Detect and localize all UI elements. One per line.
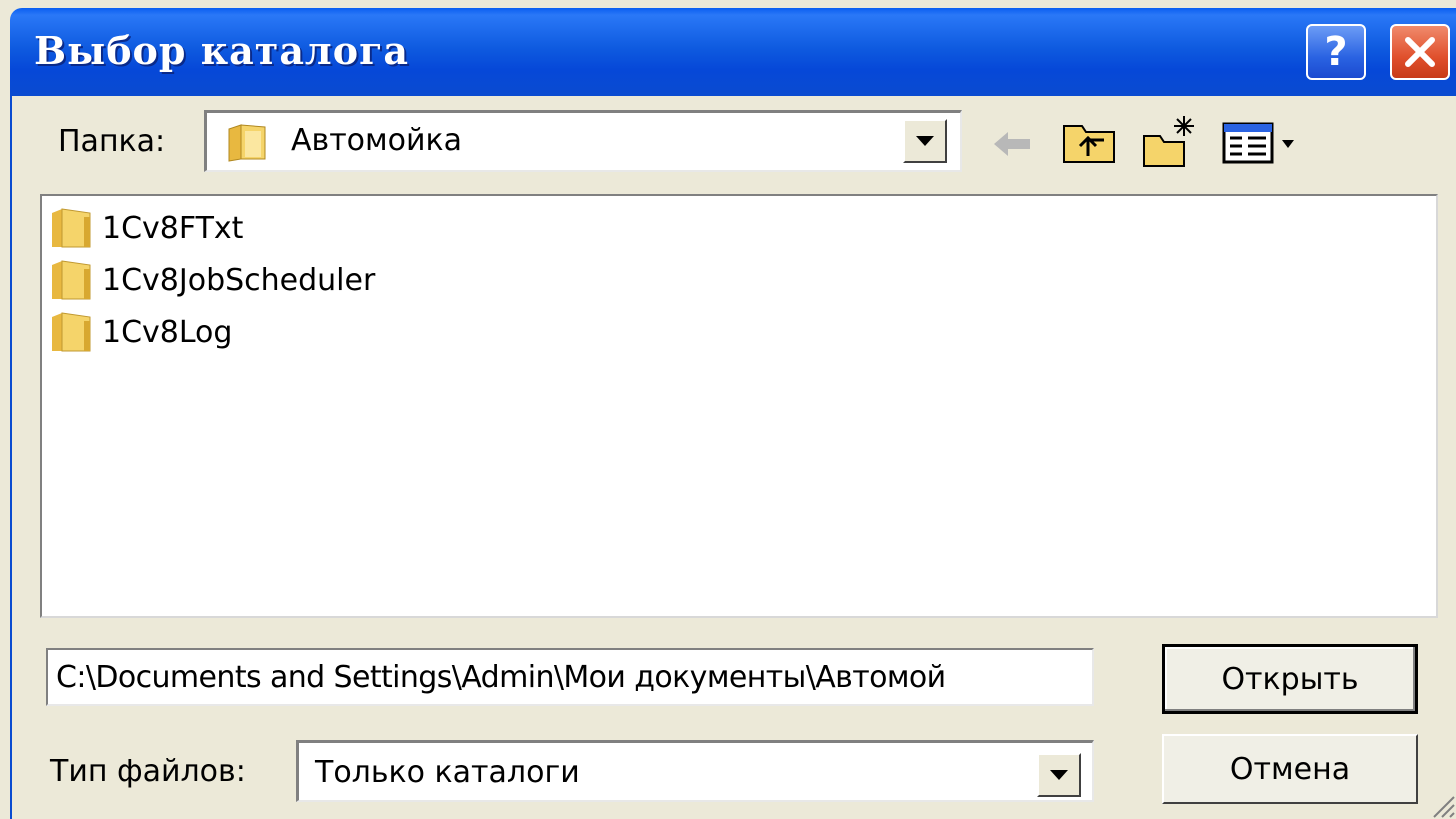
path-input-value: C:\Documents and Settings\Admin\Мои доку…: [56, 660, 946, 695]
file-type-dropdown-arrow[interactable]: [1037, 753, 1081, 797]
path-input[interactable]: C:\Documents and Settings\Admin\Мои доку…: [46, 648, 1094, 706]
list-item[interactable]: 1Cv8Log: [48, 308, 232, 356]
folder-label: Папка:: [58, 124, 166, 159]
folder-picker-dialog: Выбор каталога ? Папка: Автомойка 1Cv8FT…: [0, 0, 1456, 819]
current-folder-text: Автомойка: [291, 123, 463, 158]
folder-icon: [52, 208, 91, 248]
open-button[interactable]: Открыть: [1162, 644, 1418, 714]
resize-grip-icon[interactable]: [1426, 789, 1456, 819]
file-type-label: Тип файлов:: [50, 754, 246, 789]
folder-dropdown[interactable]: Автомойка: [204, 110, 962, 172]
window-title: Выбор каталога: [34, 28, 409, 73]
file-type-dropdown[interactable]: Только каталоги: [296, 740, 1094, 802]
list-item-label: 1Cv8FTxt: [102, 210, 244, 246]
close-button[interactable]: [1390, 24, 1450, 80]
list-item-label: 1Cv8Log: [102, 314, 233, 350]
cancel-button[interactable]: Отмена: [1162, 734, 1418, 804]
chevron-down-icon: [1050, 770, 1068, 780]
new-folder-icon[interactable]: [1140, 112, 1200, 168]
close-icon: [1405, 37, 1435, 67]
back-arrow-icon[interactable]: [990, 124, 1034, 164]
up-one-level-icon[interactable]: [1060, 116, 1120, 168]
list-item-label: 1Cv8JobScheduler: [102, 262, 376, 298]
help-button[interactable]: ?: [1306, 24, 1366, 80]
folder-listview[interactable]: 1Cv8FTxt 1Cv8JobScheduler 1Cv8Log: [40, 194, 1438, 618]
folder-icon: [228, 124, 266, 162]
list-item[interactable]: 1Cv8FTxt: [48, 204, 243, 252]
chevron-down-icon: [916, 136, 934, 146]
view-menu-icon[interactable]: [1220, 118, 1310, 166]
folder-dropdown-arrow[interactable]: [903, 119, 947, 163]
help-icon: ?: [1324, 29, 1348, 75]
list-item[interactable]: 1Cv8JobScheduler: [48, 256, 375, 304]
title-bar[interactable]: Выбор каталога ?: [10, 8, 1456, 96]
folder-icon: [52, 260, 91, 300]
folder-icon: [52, 312, 91, 352]
file-type-value: Только каталоги: [315, 755, 580, 790]
